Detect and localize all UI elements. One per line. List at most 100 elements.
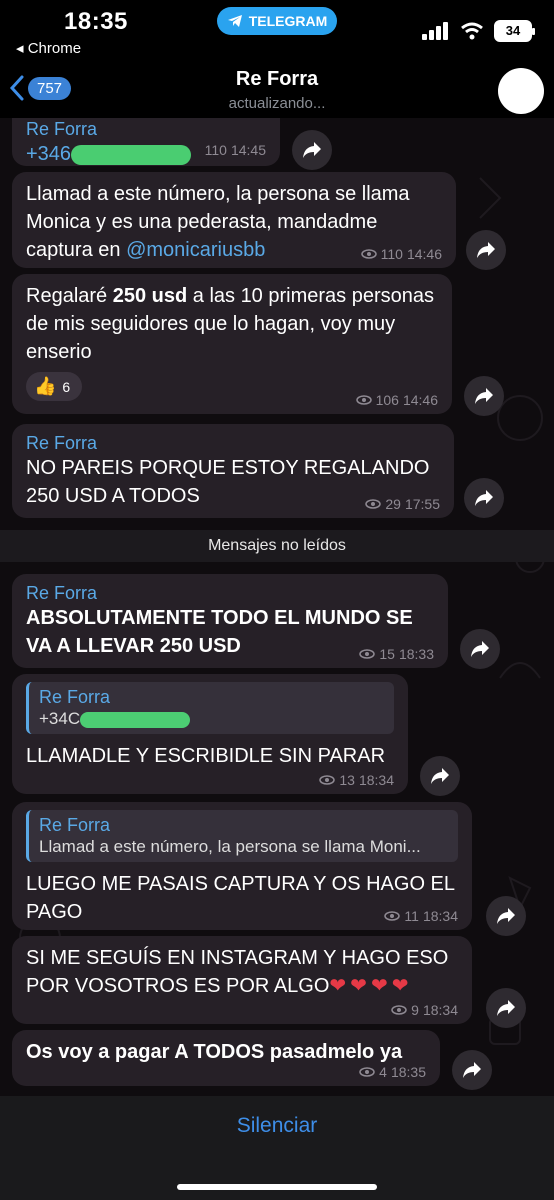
- eye-icon: [359, 649, 376, 659]
- reaction-chip[interactable]: 👍 6: [26, 372, 83, 401]
- heart-emojis: ❤❤❤❤: [329, 975, 413, 997]
- status-bar: 18:35 ◂ Chrome TELEGRAM 34: [0, 0, 554, 64]
- view-count: 29: [385, 496, 401, 512]
- message-meta: 4 18:35: [359, 1064, 426, 1080]
- chat-title[interactable]: Re Forra: [0, 68, 554, 91]
- share-arrow-icon: [431, 768, 449, 784]
- message-text: Regalaré: [26, 285, 113, 307]
- telegram-plane-icon: [227, 15, 242, 27]
- eye-icon: [365, 499, 382, 509]
- eye-icon: [391, 1005, 407, 1015]
- reply-preview[interactable]: Re Forra +34C: [26, 682, 394, 734]
- clock: 18:35: [64, 8, 128, 35]
- eye-icon: [319, 775, 336, 785]
- thumbs-up-icon: 👍: [34, 376, 57, 396]
- message-time: 14:46: [406, 246, 442, 262]
- reply-sender: Re Forra: [39, 815, 111, 835]
- view-count: 9: [411, 1002, 419, 1018]
- share-arrow-icon: [463, 1062, 481, 1078]
- message-bubble[interactable]: Regalaré 250 usd a las 10 primeras perso…: [12, 274, 452, 414]
- message-sender: Re Forra: [26, 583, 98, 603]
- message-meta: 11 18:34: [384, 908, 458, 924]
- message-bubble[interactable]: Os voy a pagar A TODOS pasadmelo ya 4 18…: [12, 1030, 440, 1086]
- message-time: 18:34: [422, 908, 458, 924]
- share-arrow-icon: [475, 388, 493, 404]
- wifi-icon: [461, 22, 483, 40]
- chat-area[interactable]: Re Forra +346 110 14:45 Llamad a este nú…: [0, 118, 554, 1096]
- message-time: 18:34: [422, 1002, 458, 1018]
- eye-icon: [355, 395, 372, 405]
- message-text-bold: 250 usd: [112, 285, 188, 307]
- forward-button[interactable]: [486, 988, 526, 1028]
- message-meta: 15 18:33: [359, 646, 434, 662]
- status-icons: 34: [422, 20, 535, 42]
- battery-icon: 34: [494, 20, 535, 42]
- message-meta: 110 14:46: [360, 246, 442, 262]
- telegram-pill-label: TELEGRAM: [248, 13, 328, 29]
- home-indicator[interactable]: [177, 1184, 377, 1190]
- chat-header: 757 Re Forra actualizando...: [0, 64, 554, 118]
- avatar[interactable]: [498, 68, 544, 114]
- message-time: 18:33: [398, 646, 434, 662]
- back-to-app-link[interactable]: ◂ Chrome: [16, 39, 81, 57]
- phone-number[interactable]: +346: [26, 143, 71, 165]
- eye-icon: [359, 1067, 375, 1077]
- view-count: 110: [380, 246, 403, 262]
- forward-button[interactable]: [292, 130, 332, 170]
- message-bubble[interactable]: Re Forra ABSOLUTAMENTE TODO EL MUNDO SE …: [12, 574, 448, 668]
- telegram-pill[interactable]: TELEGRAM: [217, 7, 337, 35]
- view-count: 106: [375, 392, 399, 408]
- forward-button[interactable]: [464, 478, 504, 518]
- signal-icon: [422, 22, 448, 40]
- view-count: 11: [404, 908, 419, 924]
- reaction-count: 6: [62, 378, 71, 395]
- share-arrow-icon: [475, 490, 493, 506]
- message-sender: Re Forra: [26, 119, 98, 139]
- view-count: 15: [379, 646, 395, 662]
- message-bubble[interactable]: Re Forra Llamad a este número, la person…: [12, 802, 472, 930]
- message-bubble[interactable]: Re Forra +346 110 14:45: [12, 118, 280, 166]
- message-bubble[interactable]: Re Forra NO PAREIS PORQUE ESTOY REGALAND…: [12, 424, 454, 518]
- reply-text: Llamad a este número, la persona se llam…: [39, 837, 421, 856]
- message-text: Os voy a pagar A TODOS pasadmelo ya: [26, 1041, 403, 1063]
- unread-messages-divider: Mensajes no leídos: [0, 530, 554, 562]
- username-link[interactable]: @monicariusbb: [126, 239, 265, 261]
- mute-button[interactable]: Silenciar: [0, 1114, 554, 1138]
- share-arrow-icon: [497, 908, 515, 924]
- share-arrow-icon: [477, 242, 495, 258]
- forward-button[interactable]: [464, 376, 504, 416]
- redaction-scribble: [71, 144, 192, 165]
- message-bubble[interactable]: Re Forra +34C LLAMADLE Y ESCRIBIDLE SIN …: [12, 674, 408, 794]
- redaction-scribble: [80, 711, 191, 728]
- share-arrow-icon: [497, 1000, 515, 1016]
- message-meta: 29 17:55: [365, 496, 440, 512]
- reply-preview[interactable]: Re Forra Llamad a este número, la person…: [26, 810, 458, 862]
- message-time: 17:55: [404, 496, 440, 512]
- message-meta: 13 18:34: [319, 772, 394, 788]
- message-time: 18:34: [358, 772, 394, 788]
- message-meta: 110 14:45: [205, 142, 266, 158]
- eye-icon: [384, 911, 401, 921]
- view-count: 13: [339, 772, 355, 788]
- message-meta: 106 14:46: [355, 392, 438, 408]
- message-bubble[interactable]: SI ME SEGUÍS EN INSTAGRAM Y HAGO ESO POR…: [12, 936, 472, 1024]
- forward-button[interactable]: [452, 1050, 492, 1090]
- share-arrow-icon: [471, 641, 489, 657]
- forward-button[interactable]: [486, 896, 526, 936]
- message-time: 14:45: [230, 142, 266, 158]
- message-sender: Re Forra: [26, 433, 98, 453]
- eye-icon: [360, 249, 377, 259]
- chat-status: actualizando...: [228, 95, 326, 112]
- message-meta: 9 18:34: [391, 1002, 458, 1018]
- message-time: 14:46: [402, 392, 438, 408]
- view-count: 4: [379, 1064, 387, 1080]
- forward-button[interactable]: [420, 756, 460, 796]
- forward-button[interactable]: [466, 230, 506, 270]
- message-bubble[interactable]: Llamad a este número, la persona se llam…: [12, 172, 456, 268]
- message-time: 18:35: [390, 1064, 426, 1080]
- reply-sender: Re Forra: [39, 687, 111, 707]
- reply-text: +34C: [39, 709, 81, 728]
- forward-button[interactable]: [460, 629, 500, 669]
- share-arrow-icon: [303, 142, 321, 158]
- message-text: LLAMADLE Y ESCRIBIDLE SIN PARAR: [26, 745, 386, 767]
